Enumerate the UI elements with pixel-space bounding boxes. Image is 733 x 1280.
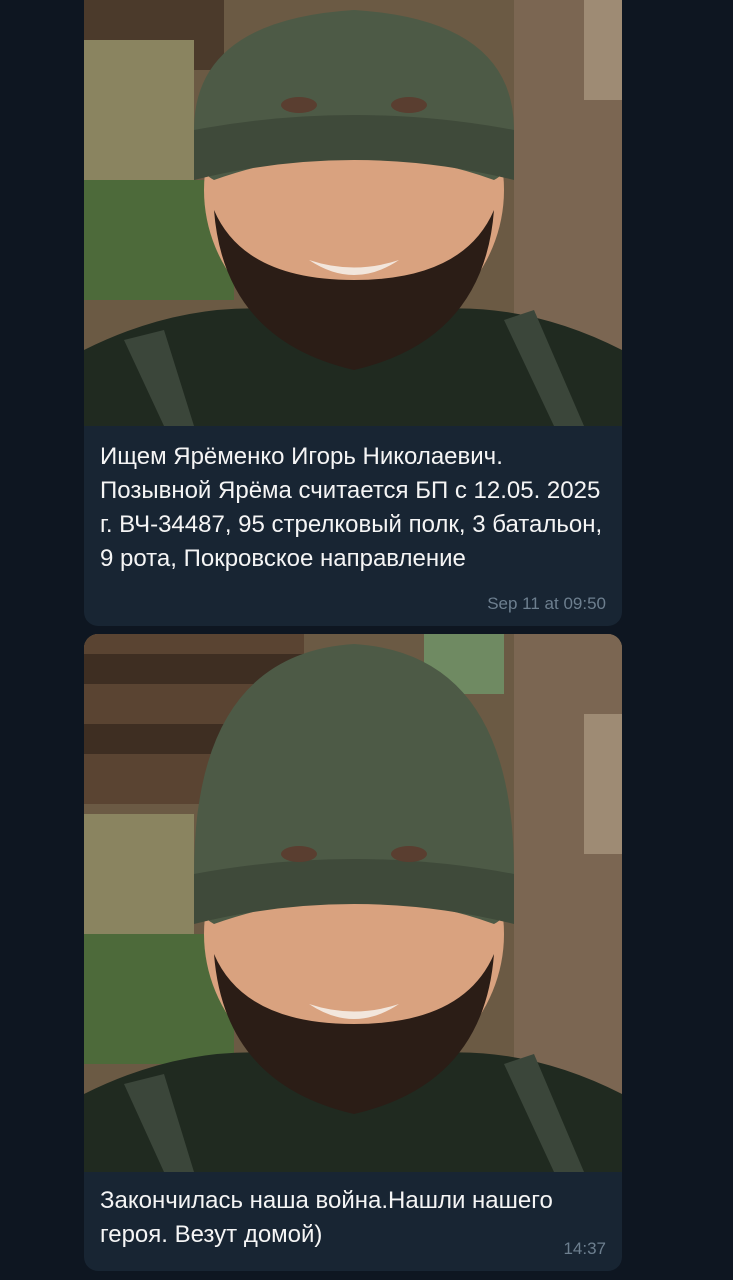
- chat-view: Ищем Ярёменко Игорь Николаевич. Позывной…: [0, 0, 733, 1280]
- message-bubble[interactable]: Ищем Ярёменко Игорь Николаевич. Позывной…: [84, 0, 622, 626]
- soldier-photo: [84, 634, 622, 1172]
- message-photo[interactable]: [84, 0, 622, 426]
- message-time: 14:37: [563, 1239, 606, 1258]
- message-bubble[interactable]: Закончилась наша война.Нашли нашего геро…: [84, 634, 622, 1271]
- message-time: Sep 11 at 09:50: [487, 594, 606, 613]
- soldier-photo: [84, 0, 622, 426]
- message-caption: Ищем Ярёменко Игорь Николаевич. Позывной…: [100, 443, 603, 572]
- message-photo[interactable]: [84, 634, 622, 1172]
- message-caption: Закончилась наша война.Нашли нашего геро…: [100, 1187, 553, 1248]
